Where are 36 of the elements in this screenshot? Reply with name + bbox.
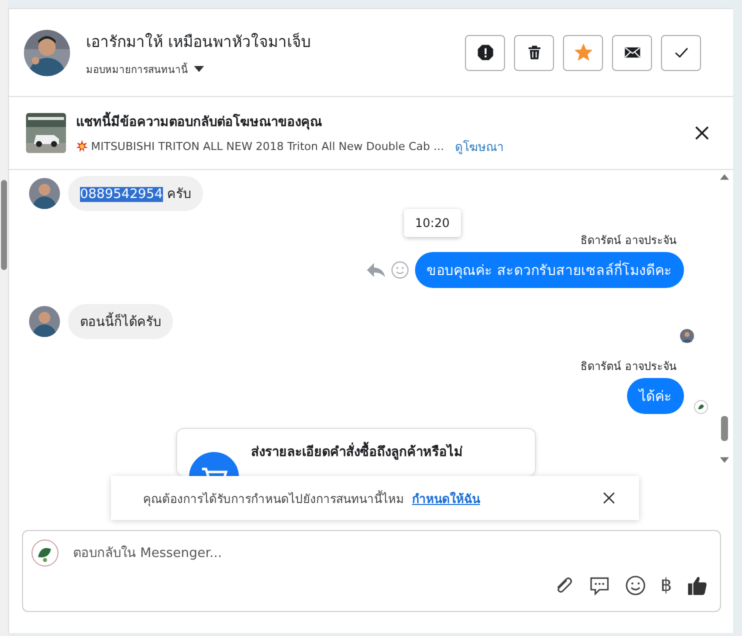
timestamp-tooltip: 10:20 [404,209,461,237]
sender-name: ธิดารัตน์ อาจประจัน [580,359,677,375]
reply-box[interactable]: ตอบกลับใน Messenger... ฿ [22,530,721,612]
sender-name: ธิดารัตน์ อาจประจัน [580,233,677,249]
message-bubble: 0889542954 ครับ [68,176,203,211]
ad-title: MITSUBISHI TRITON ALL NEW 2018 Triton All New Double Cab ... [91,140,444,152]
star-icon [574,44,592,61]
scrollbar-thumb[interactable] [720,416,728,441]
star-button[interactable] [563,34,603,70]
burst-icon [76,140,88,152]
ad-reply-notice: แชทนี้มีข้อความตอบกลับต่อโฆษณาของคุณ [76,110,691,132]
toast-message: คุณต้องการได้รับการกำหนดไปยังการสนทนานี้ไหม [143,489,404,508]
trash-icon [526,44,542,61]
delete-button[interactable] [514,34,554,70]
card-title: ส่งรายละเอียดคำสั่งซื้อถึงลูกค้าหรือไม่ [251,441,463,462]
payment-button[interactable]: ฿ [660,575,672,596]
reply-icon[interactable] [366,261,385,279]
contact-name: เอารักมาให้ เหมือนพาหัวใจมาเจ็บ [86,32,312,52]
close-icon [603,492,615,504]
message-bubble: ขอบคุณค่ะ สะดวกรับสายเซลล์กี่โมงดีคะ [414,252,684,288]
alert-icon [476,44,494,61]
emoji-icon[interactable] [624,575,646,596]
assign-to-me-link[interactable]: กำหนดให้ฉัน [412,488,480,508]
spam-button[interactable] [465,34,505,70]
speech-bubble-icon[interactable] [588,575,610,596]
caret-icon [194,66,204,72]
scroll-down-icon[interactable] [720,457,728,463]
mail-button[interactable] [612,34,652,70]
close-icon [695,126,709,140]
scrollbar[interactable] [0,0,8,636]
message-bubble: ได้ค่ะ [627,378,684,414]
view-ad-link[interactable]: ดูโฆษณา [454,136,504,156]
message-bubble: ตอนนี้ก็ได้ครับ [68,304,173,339]
assign-dropdown[interactable]: มอบหมายการสนทนานี้ [86,62,204,76]
scroll-up-icon[interactable] [720,174,728,180]
thumbs-up-icon[interactable] [687,575,708,596]
